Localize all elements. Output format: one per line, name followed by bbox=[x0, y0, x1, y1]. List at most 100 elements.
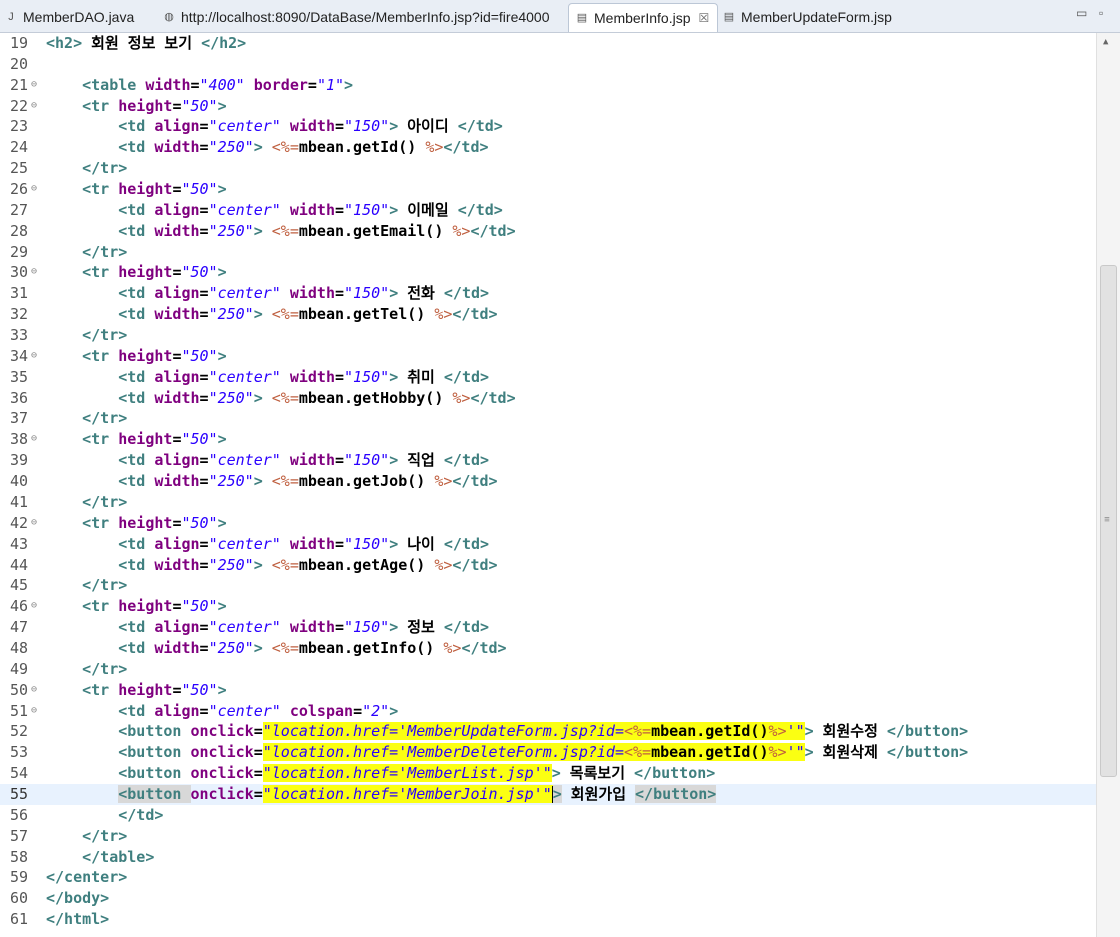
code-line[interactable]: 38 ⊖ <tr height="50"> bbox=[0, 429, 1096, 450]
close-icon[interactable]: ☒ bbox=[698, 11, 709, 25]
fold-toggle-icon[interactable]: ⊖ bbox=[31, 434, 37, 444]
fold-toggle-icon[interactable]: ⊖ bbox=[31, 601, 37, 611]
code-line[interactable]: 25 </tr> bbox=[0, 158, 1096, 179]
code-line[interactable]: 30 ⊖ <tr height="50"> bbox=[0, 262, 1096, 283]
code-text: = bbox=[199, 638, 209, 657]
fold-toggle-icon[interactable]: ⊖ bbox=[31, 184, 37, 194]
code-line[interactable]: 27 <td align="center" width="150"> 이메일 <… bbox=[0, 200, 1096, 221]
code-line[interactable]: 51 ⊖ <td align="center" colspan="2"> bbox=[0, 701, 1096, 722]
code-tag: > bbox=[253, 472, 263, 491]
fold-toggle-icon[interactable]: ⊖ bbox=[31, 350, 37, 361]
code-content: <button onclick="location.href='MemberJo… bbox=[46, 784, 717, 805]
code-tag: <td bbox=[118, 618, 155, 637]
code-line[interactable]: 60 </body> bbox=[0, 888, 1096, 909]
code-jsp-delimiter: %> bbox=[434, 472, 453, 491]
code-line[interactable]: 49 </tr> bbox=[0, 659, 1096, 680]
code-string: '" bbox=[786, 722, 805, 741]
fold-toggle-icon[interactable]: ⊖ bbox=[31, 517, 37, 528]
code-attribute: height bbox=[118, 180, 173, 199]
code-tag: > bbox=[551, 764, 561, 783]
code-line[interactable]: 33 </tr> bbox=[0, 325, 1096, 346]
tab-memberupdateform-jsp[interactable]: ▤ MemberUpdateForm.jsp bbox=[722, 3, 892, 31]
vertical-scrollbar[interactable]: ▲ ≡ bbox=[1096, 33, 1120, 937]
code-text: 아이디 bbox=[398, 117, 458, 136]
code-line[interactable]: 31 <td align="center" width="150"> 전화 </… bbox=[0, 283, 1096, 304]
code-line[interactable]: 58 </table> bbox=[0, 847, 1096, 868]
code-line[interactable]: 37 </tr> bbox=[0, 408, 1096, 429]
code-line[interactable]: 26 ⊖ <tr height="50"> bbox=[0, 179, 1096, 200]
code-tag: > bbox=[389, 284, 399, 303]
code-tag: </td> bbox=[457, 200, 503, 219]
code-attribute: width bbox=[289, 534, 335, 553]
code-line[interactable]: 24 <td width="250"> <%=mbean.getId() %><… bbox=[0, 137, 1096, 158]
code-line[interactable]: 61 </html> bbox=[0, 909, 1096, 930]
code-line[interactable]: 55 <button onclick="location.href='Membe… bbox=[0, 783, 1096, 805]
code-line[interactable]: 50 ⊖ <tr height="50"> bbox=[0, 680, 1096, 701]
code-line[interactable]: 45 </tr> bbox=[0, 575, 1096, 596]
code-line[interactable]: 52 <button onclick="location.href='Membe… bbox=[0, 721, 1096, 742]
fold-toggle-icon[interactable]: ⊖ bbox=[31, 267, 37, 277]
code-content: </tr> bbox=[46, 659, 127, 680]
code-tag: <td bbox=[118, 200, 155, 219]
code-string: "center" bbox=[208, 117, 281, 136]
code-line[interactable]: 39 <td align="center" width="150"> 직업 </… bbox=[0, 450, 1096, 471]
scroll-up-icon[interactable]: ▲ bbox=[1103, 37, 1108, 47]
code-attribute: height bbox=[118, 680, 173, 699]
code-line[interactable]: 34 ⊖ <tr height="50"> bbox=[0, 346, 1096, 367]
code-line[interactable]: 48 <td width="250"> <%=mbean.getInfo() %… bbox=[0, 638, 1096, 659]
code-line[interactable]: 43 <td align="center" width="150"> 나이 </… bbox=[0, 534, 1096, 555]
code-jsp-delimiter: <%= bbox=[271, 638, 299, 657]
line-number: 59 bbox=[10, 868, 29, 887]
code-editor[interactable]: 19 <h2> 회원 정보 보기 </h2> 20 21 ⊖ <table width=… bbox=[0, 33, 1096, 937]
code-line[interactable]: 20 bbox=[0, 54, 1096, 75]
code-string: "250" bbox=[208, 305, 254, 324]
code-content: <tr height="50"> bbox=[46, 346, 227, 367]
code-line[interactable]: 35 <td align="center" width="150"> 취미 </… bbox=[0, 367, 1096, 388]
fold-toggle-icon[interactable]: ⊖ bbox=[31, 705, 37, 716]
code-line[interactable]: 22 ⊖ <tr height="50"> bbox=[0, 96, 1096, 117]
code-tag: <button bbox=[118, 743, 191, 762]
code-attribute: onclick bbox=[190, 764, 254, 783]
code-tag: <tr bbox=[82, 263, 119, 282]
code-line[interactable]: 28 <td width="250"> <%=mbean.getEmail() … bbox=[0, 221, 1096, 242]
code-tag: </tr> bbox=[82, 242, 128, 261]
tab-label: MemberUpdateForm.jsp bbox=[741, 9, 892, 25]
code-attribute: width bbox=[289, 200, 335, 219]
code-line[interactable]: 53 <button onclick="location.href='Membe… bbox=[0, 742, 1096, 763]
code-line[interactable]: 42 ⊖ <tr height="50"> bbox=[0, 513, 1096, 534]
tab-memberdao-java[interactable]: J MemberDAO.java bbox=[4, 3, 134, 31]
code-line[interactable]: 47 <td align="center" width="150"> 정보 </… bbox=[0, 617, 1096, 638]
code-line[interactable]: 54 <button onclick="location.href='Membe… bbox=[0, 763, 1096, 784]
code-line[interactable]: 21 ⊖ <table width="400" border="1"> bbox=[0, 75, 1096, 96]
code-line[interactable]: 46 ⊖ <tr height="50"> bbox=[0, 596, 1096, 617]
code-line[interactable]: 40 <td width="250"> <%=mbean.getJob() %>… bbox=[0, 471, 1096, 492]
code-line[interactable]: 23 <td align="center" width="150"> 아이디 <… bbox=[0, 116, 1096, 137]
code-line[interactable]: 41 </tr> bbox=[0, 492, 1096, 513]
code-line[interactable]: 32 <td width="250"> <%=mbean.getTel() %>… bbox=[0, 304, 1096, 325]
code-content: </tr> bbox=[46, 492, 127, 513]
code-line[interactable]: 59 </center> bbox=[0, 867, 1096, 888]
tab-memberinfo-jsp[interactable]: ▤ MemberInfo.jsp ☒ bbox=[568, 3, 719, 32]
code-line[interactable]: 36 <td width="250"> <%=mbean.getHobby() … bbox=[0, 388, 1096, 409]
code-tag: <td bbox=[118, 117, 155, 136]
minimize-icon[interactable]: ▭ bbox=[1076, 6, 1087, 20]
tab-browser-memberinfo[interactable]: ◍ http://localhost:8090/DataBase/MemberI… bbox=[162, 3, 549, 31]
fold-toggle-icon[interactable]: ⊖ bbox=[31, 79, 37, 90]
code-tag: <table bbox=[82, 75, 146, 94]
code-line[interactable]: 57 </tr> bbox=[0, 826, 1096, 847]
code-line[interactable]: 44 <td width="250"> <%=mbean.getAge() %>… bbox=[0, 555, 1096, 576]
code-line[interactable]: 19 <h2> 회원 정보 보기 </h2> bbox=[0, 33, 1096, 54]
code-attribute: width bbox=[154, 555, 200, 574]
code-line[interactable]: 29 </tr> bbox=[0, 242, 1096, 263]
maximize-icon[interactable]: ▫ bbox=[1099, 6, 1103, 20]
fold-toggle-icon[interactable]: ⊖ bbox=[31, 684, 37, 695]
code-tag: > bbox=[217, 180, 227, 199]
fold-toggle-icon[interactable]: ⊖ bbox=[31, 100, 37, 111]
code-text: = bbox=[199, 284, 209, 303]
code-string: "50" bbox=[181, 180, 218, 199]
code-line[interactable]: 56 </td> bbox=[0, 805, 1096, 826]
